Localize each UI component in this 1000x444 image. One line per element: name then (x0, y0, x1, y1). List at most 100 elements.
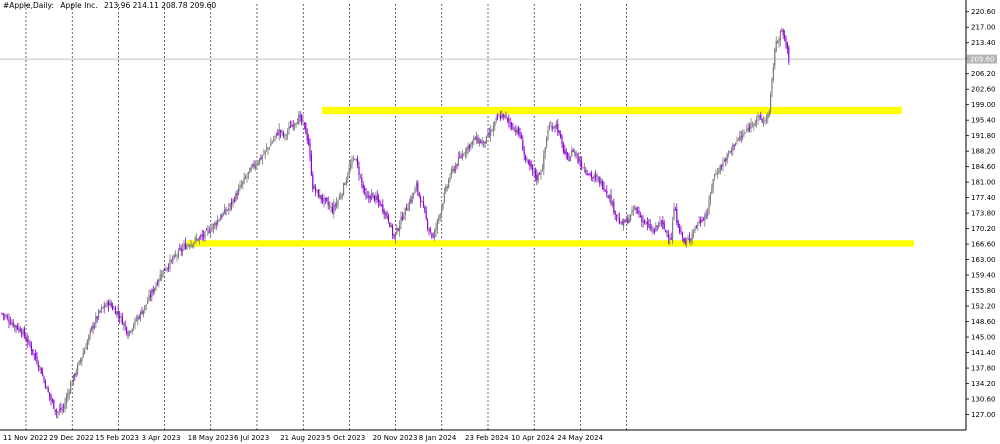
candle-body (637, 210, 639, 212)
candle-body (46, 386, 48, 389)
candle-body (610, 194, 612, 205)
candle-body (667, 235, 669, 239)
x-tick-label: 18 May 2023 (188, 434, 234, 442)
candle-body (326, 198, 328, 201)
candle-body (42, 372, 44, 376)
candle-body (548, 126, 550, 128)
candle-body (169, 259, 171, 269)
candle-body (317, 189, 319, 198)
candle-body (365, 192, 367, 198)
candle-body (656, 225, 658, 227)
candle-body (214, 222, 216, 226)
candle-body (767, 114, 769, 119)
candle-body (653, 230, 655, 233)
candle-body (190, 243, 192, 248)
candle-body (341, 194, 343, 198)
candle-body (683, 238, 685, 241)
candle-body (499, 116, 501, 119)
candle-body (25, 336, 27, 340)
candle-body (613, 201, 615, 212)
candle-body (649, 224, 651, 230)
candle-body (408, 201, 410, 210)
candle-body (595, 175, 597, 177)
candle-body (702, 220, 704, 221)
candle-body (582, 167, 584, 169)
candle-body (436, 219, 438, 229)
candle-body (418, 192, 420, 196)
candle-layer (1, 27, 790, 419)
candle-body (742, 134, 744, 138)
candle-body (406, 208, 408, 211)
candle-body (435, 227, 437, 231)
candle-body (19, 328, 21, 333)
price-zone (322, 106, 902, 115)
y-tick-label: 134.20 (971, 380, 996, 388)
candle-body (525, 154, 527, 161)
candle-body (639, 216, 641, 218)
candle-body (26, 338, 28, 343)
candle-body (252, 163, 254, 167)
candle-body (281, 131, 283, 132)
grid-layer (25, 4, 627, 430)
candle-body (116, 311, 118, 316)
candle-body (732, 144, 734, 151)
candle-body (124, 324, 126, 327)
candle-body (628, 219, 630, 223)
candle-body (287, 131, 289, 135)
candle-body (313, 185, 315, 190)
candle-body (498, 115, 500, 117)
candle-body (410, 200, 412, 202)
candle-body (113, 308, 115, 310)
x-tick-label: 21 Aug 2023 (280, 434, 325, 442)
chart-window: #Apple,Daily: Apple Inc. 213.96 214.11 2… (0, 0, 1000, 444)
y-tick-label: 188.20 (971, 148, 996, 156)
y-tick-label: 217.00 (971, 24, 996, 32)
candle-body (439, 214, 441, 218)
candle-body (627, 217, 629, 224)
candle-body (229, 203, 231, 208)
candle-body (231, 201, 233, 205)
candle-body (110, 303, 112, 307)
y-tick-label: 137.80 (971, 365, 996, 373)
candle-body (348, 167, 350, 175)
candle-body (203, 234, 205, 237)
candle-body (347, 175, 349, 179)
candle-body (445, 186, 447, 192)
candle-body (359, 176, 361, 178)
candle-body (270, 143, 272, 147)
candle-body (327, 201, 329, 206)
candle-body (723, 160, 725, 162)
candle-body (280, 130, 282, 133)
candle-body (254, 165, 256, 168)
candle-body (151, 290, 153, 298)
candle-body (529, 160, 531, 166)
candle-body (233, 199, 235, 202)
candle-body (256, 163, 258, 165)
candle-body (361, 177, 363, 183)
candle-body (355, 159, 357, 161)
candle-body (2, 313, 4, 316)
y-tick-label: 213.40 (971, 39, 996, 47)
candle-body (477, 137, 479, 143)
candle-body (344, 184, 346, 186)
candle-body (383, 210, 385, 215)
candle-body (420, 197, 422, 203)
candle-body (366, 196, 368, 198)
candle-body (180, 248, 182, 251)
candle-body (709, 194, 711, 201)
candle-body (99, 310, 101, 312)
candle-body (320, 195, 322, 200)
candle-body (585, 169, 587, 172)
y-tick-label: 145.00 (971, 334, 996, 342)
candle-body (551, 126, 553, 130)
candle-body (428, 228, 430, 231)
candle-body (572, 149, 574, 152)
candle-body (88, 335, 90, 342)
candle-body (264, 150, 266, 154)
candle-body (491, 131, 493, 133)
price-chart[interactable]: 11 Nov 2022 29 Dec 2022 15 Feb 2023 3 Apr 2… (0, 0, 1000, 444)
candle-body (28, 340, 30, 342)
candle-body (330, 206, 332, 208)
candle-body (63, 407, 65, 409)
candle-body (730, 149, 732, 153)
